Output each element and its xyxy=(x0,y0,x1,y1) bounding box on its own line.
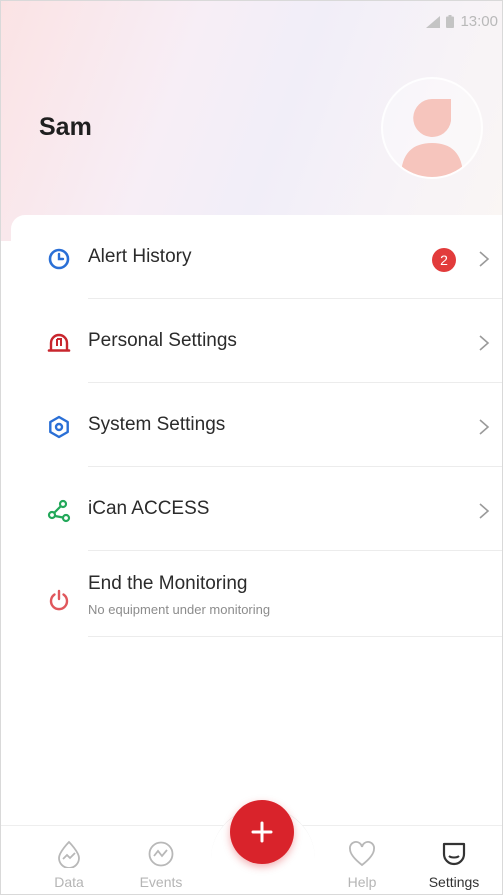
battery-icon xyxy=(446,15,455,28)
clock-icon xyxy=(48,248,70,270)
tab-events[interactable]: Events xyxy=(126,840,196,890)
settings-icon xyxy=(49,415,69,439)
share-nodes-icon xyxy=(47,499,71,523)
tab-label: Help xyxy=(347,874,377,890)
menu-item-label: Alert History xyxy=(88,246,192,267)
wave-circle-icon xyxy=(148,841,174,867)
tab-label: Events xyxy=(139,874,183,890)
menu-item-ican-access[interactable]: iCan ACCESS xyxy=(11,467,502,551)
alert-count-badge: 2 xyxy=(432,248,456,272)
chat-bubble-icon xyxy=(442,842,466,866)
user-name: Sam xyxy=(39,113,92,141)
power-icon xyxy=(49,589,69,611)
status-bar: 13:00 xyxy=(426,13,498,30)
tab-data[interactable]: Data xyxy=(34,840,104,890)
heart-icon xyxy=(349,841,375,867)
status-time: 13:00 xyxy=(460,13,498,30)
settings-menu: Alert History 2 Personal Settings System… xyxy=(11,215,502,825)
chevron-right-icon xyxy=(479,251,490,267)
avatar[interactable] xyxy=(381,77,483,179)
user-avatar-icon xyxy=(401,99,463,177)
chevron-right-icon xyxy=(479,503,490,519)
menu-item-system-settings[interactable]: System Settings xyxy=(11,383,502,467)
chevron-right-icon xyxy=(479,419,490,435)
profile-header: 13:00 Sam xyxy=(1,1,502,241)
menu-item-alert-history[interactable]: Alert History 2 xyxy=(11,215,502,299)
divider xyxy=(88,636,502,637)
menu-item-label: End the Monitoring xyxy=(88,573,248,594)
helmet-icon xyxy=(47,333,71,352)
menu-item-end-monitoring[interactable]: End the Monitoring xyxy=(11,551,502,637)
menu-item-label: iCan ACCESS xyxy=(88,498,210,519)
tab-settings[interactable]: Settings xyxy=(419,840,489,890)
drop-chart-icon xyxy=(58,840,80,868)
tab-label: Data xyxy=(54,874,84,890)
chevron-right-icon xyxy=(479,335,490,351)
monitoring-status-text: No equipment under monitoring xyxy=(88,602,271,617)
tab-label: Settings xyxy=(428,874,480,890)
plus-icon xyxy=(251,821,273,843)
add-button[interactable] xyxy=(230,800,294,864)
signal-icon xyxy=(426,15,441,28)
menu-item-label: Personal Settings xyxy=(88,330,237,351)
tab-help[interactable]: Help xyxy=(327,840,397,890)
menu-item-label: System Settings xyxy=(88,414,226,435)
menu-item-personal-settings[interactable]: Personal Settings xyxy=(11,299,502,383)
app-screen: 13:00 Sam Alert History 2 Personal Setti… xyxy=(0,0,503,895)
